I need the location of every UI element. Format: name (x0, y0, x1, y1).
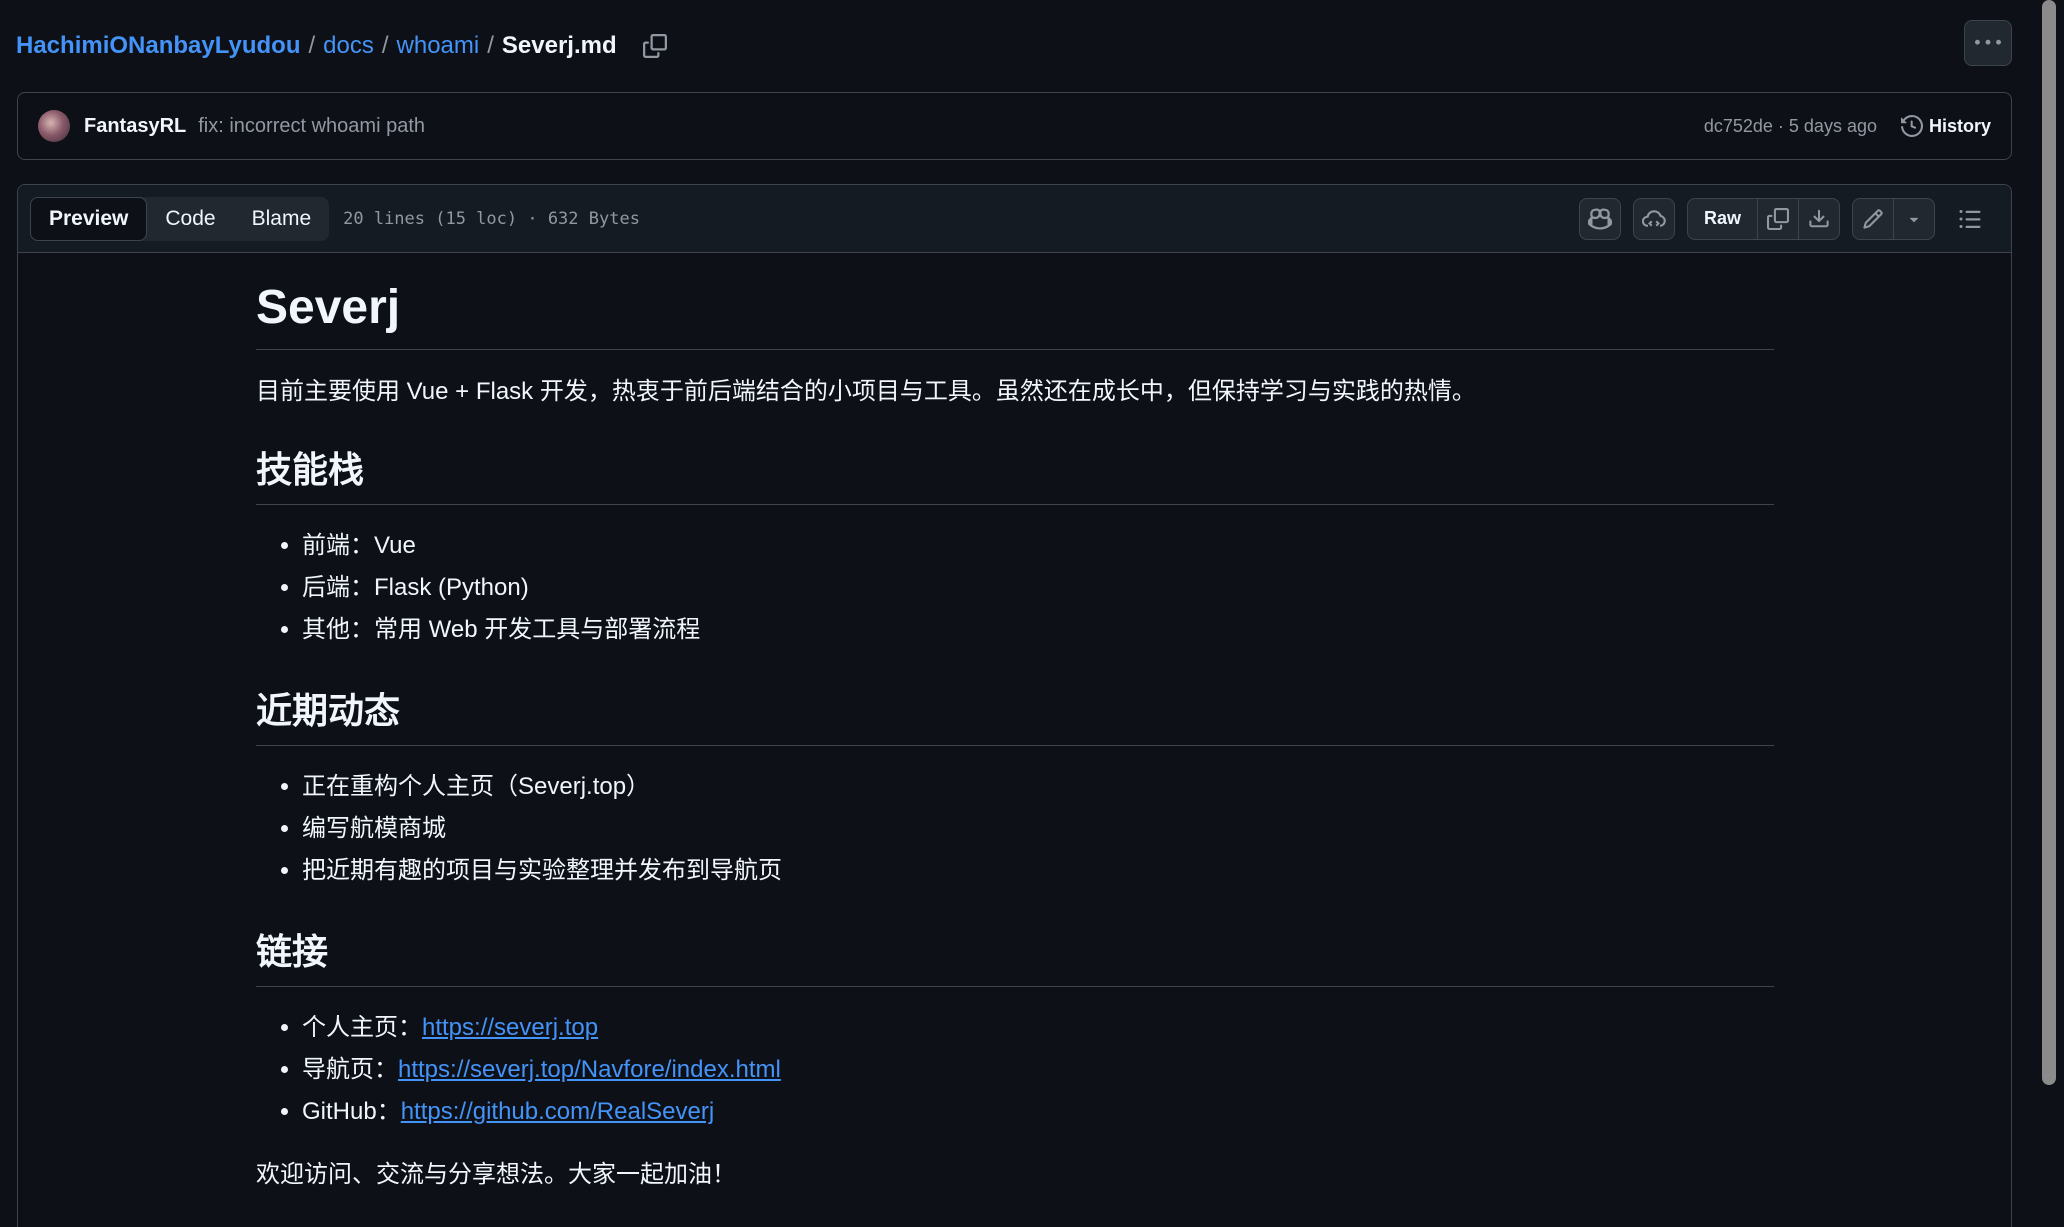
edit-actions-group (1852, 197, 1935, 240)
breadcrumb-separator: / (487, 32, 494, 59)
breadcrumb-whoami-link[interactable]: whoami (397, 32, 480, 60)
more-options-button[interactable] (1964, 20, 2012, 66)
navigation-page-link[interactable]: https://severj.top/Navfore/index.html (398, 1056, 781, 1083)
list-item: 把近期有趣的项目与实验整理并发布到导航页 (302, 850, 1774, 892)
copy-raw-icon (1767, 207, 1789, 230)
section-heading-links: 链接 (256, 926, 1774, 987)
list-item: 前端：Vue (302, 525, 1774, 567)
link-label: GitHub： (302, 1098, 401, 1125)
commit-meta[interactable]: dc752de · 5 days ago (1704, 116, 1877, 137)
markdown-body: Severj 目前主要使用 Vue + Flask 开发，热衷于前后端结合的小项… (256, 277, 1774, 1193)
download-button[interactable] (1798, 198, 1839, 239)
history-label: History (1928, 115, 1991, 136)
chevron-down-icon (1909, 217, 1919, 222)
edit-file-button[interactable] (1853, 199, 1893, 239)
markdown-title: Severj (256, 277, 1774, 350)
view-mode-tabs: Preview Code Blame (30, 196, 330, 241)
download-icon (1809, 209, 1829, 227)
breadcrumb-repo-link[interactable]: HachimiONanbayLyudou (16, 32, 300, 60)
cloud-icon (1641, 209, 1666, 227)
page-scrollbar[interactable] (2042, 0, 2056, 1085)
avatar[interactable] (38, 110, 70, 142)
link-label: 导航页： (302, 1056, 398, 1083)
tab-preview[interactable]: Preview (30, 196, 148, 241)
file-info: 20 lines (15 loc) · 632 Bytes (343, 208, 640, 229)
list-item: 后端：Flask (Python) (302, 567, 1774, 609)
markdown-intro: 目前主要使用 Vue + Flask 开发，热衷于前后端结合的小项目与工具。虽然… (256, 378, 1476, 405)
copy-path-button[interactable] (637, 28, 673, 64)
history-icon (1900, 115, 1923, 137)
list-item: 正在重构个人主页（Severj.top） (302, 766, 1774, 808)
file-header: Preview Code Blame 20 lines (15 loc) · 6… (18, 185, 2011, 253)
pencil-icon (1863, 208, 1883, 229)
raw-actions-group: Raw (1686, 197, 1840, 240)
list-item: GitHub：https://github.com/RealSeverj (302, 1091, 1774, 1133)
raw-button[interactable]: Raw (1688, 199, 1757, 239)
copilot-button[interactable] (1578, 197, 1621, 240)
codespaces-button[interactable] (1632, 197, 1675, 240)
history-button[interactable]: History (1900, 115, 1991, 137)
commit-author[interactable]: FantasyRL (84, 115, 186, 138)
latest-commit-bar: FantasyRL fix: incorrect whoami path dc7… (17, 92, 2012, 160)
homepage-link[interactable]: https://severj.top (422, 1014, 598, 1041)
copilot-icon (1587, 207, 1612, 230)
list-icon (1959, 209, 1981, 228)
tab-blame[interactable]: Blame (234, 197, 330, 241)
copy-raw-button[interactable] (1757, 198, 1798, 239)
link-label: 个人主页： (302, 1014, 422, 1041)
section-heading-recent: 近期动态 (256, 685, 1774, 746)
links-list: 个人主页：https://severj.top 导航页：https://seve… (256, 1007, 1774, 1133)
file-actions: Raw (1567, 197, 1999, 240)
outline-button[interactable] (1949, 198, 1991, 240)
tab-code[interactable]: Code (147, 197, 233, 241)
copy-icon (642, 34, 667, 58)
edit-options-dropdown[interactable] (1893, 198, 1934, 239)
list-item: 个人主页：https://severj.top (302, 1007, 1774, 1049)
breadcrumb-separator: / (308, 32, 316, 59)
file-view: Preview Code Blame 20 lines (15 loc) · 6… (17, 184, 2012, 1227)
section-heading-skills: 技能栈 (256, 444, 1774, 505)
skills-list: 前端：Vue 后端：Flask (Python) 其他：常用 Web 开发工具与… (256, 525, 1774, 651)
breadcrumb-current-file: Severj.md (501, 32, 617, 59)
github-link[interactable]: https://github.com/RealSeverj (401, 1098, 715, 1125)
breadcrumb-separator: / (381, 32, 389, 59)
page: HachimiONanbayLyudou / docs / whoami / S… (0, 0, 2064, 1227)
markdown-outro: 欢迎访问、交流与分享想法。大家一起加油！ (256, 1161, 736, 1188)
list-item: 其他：常用 Web 开发工具与部署流程 (302, 609, 1774, 651)
breadcrumb: HachimiONanbayLyudou / docs / whoami / S… (16, 24, 673, 68)
list-item: 编写航模商城 (302, 808, 1774, 850)
kebab-icon (1975, 39, 2001, 45)
breadcrumb-docs-link[interactable]: docs (323, 32, 374, 60)
list-item: 导航页：https://severj.top/Navfore/index.htm… (302, 1049, 1774, 1091)
recent-list: 正在重构个人主页（Severj.top） 编写航模商城 把近期有趣的项目与实验整… (256, 766, 1774, 892)
commit-message[interactable]: fix: incorrect whoami path (198, 115, 425, 138)
commit-right: dc752de · 5 days ago History (1704, 115, 1991, 137)
